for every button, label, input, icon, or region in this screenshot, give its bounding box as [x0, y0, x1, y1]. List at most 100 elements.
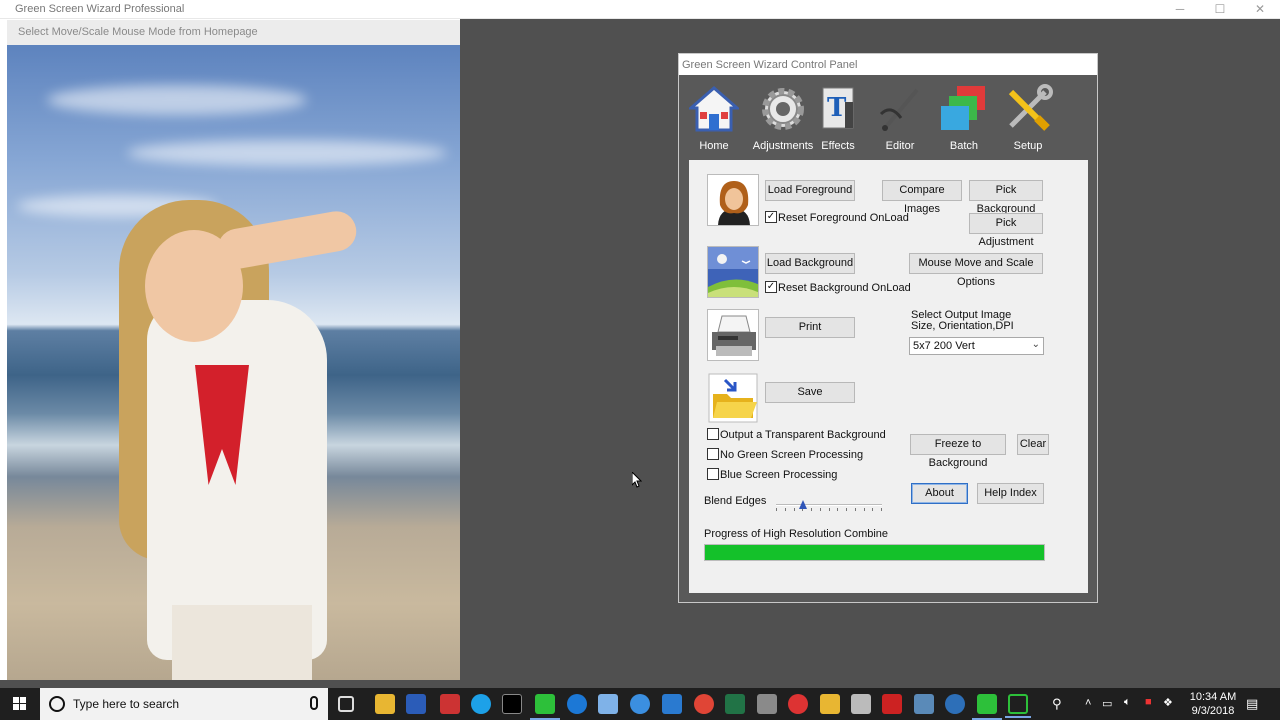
editor-icon: [875, 84, 925, 134]
reset-background-checkbox[interactable]: [765, 281, 777, 293]
background-thumbnail: [707, 246, 759, 298]
taskbar: Type here to search ⚲ ˄ ▭ 🔈︎ ■ ❖ 10:34 A…: [0, 688, 1280, 720]
taskbar-clock[interactable]: 10:34 AM 9/3/2018: [1188, 690, 1238, 718]
tools-icon[interactable]: [851, 694, 871, 714]
minimize-button[interactable]: ─: [1160, 0, 1200, 19]
about-button[interactable]: About: [911, 483, 968, 504]
app-icon[interactable]: [788, 694, 808, 714]
pen-app-icon[interactable]: [598, 694, 618, 714]
slider-tick: [811, 508, 812, 511]
control-panel: Green Screen Wizard Control Panel Home A…: [678, 53, 1098, 603]
app-icon[interactable]: [972, 694, 1002, 720]
cloud-shape: [47, 85, 307, 115]
pick-adjustment-button[interactable]: Pick Adjustment: [969, 213, 1043, 248]
excel-icon[interactable]: [725, 694, 745, 714]
maximize-button[interactable]: ☐: [1200, 0, 1240, 19]
reset-foreground-checkbox[interactable]: [765, 211, 777, 223]
slider-tick: [829, 508, 830, 511]
toolbar-adjustments[interactable]: Adjustments: [752, 84, 814, 160]
folder-icon[interactable]: [820, 694, 840, 714]
camera-icon[interactable]: [945, 694, 965, 714]
clock-date: 9/3/2018: [1191, 705, 1235, 717]
landscape-icon: [708, 247, 758, 297]
slider-tick: [785, 508, 786, 511]
reset-background-label: Reset Background OnLoad: [778, 282, 911, 294]
app-title: Green Screen Wizard Professional: [15, 3, 185, 15]
volume-icon[interactable]: 🔈︎: [1124, 696, 1131, 720]
effects-icon: T: [813, 84, 863, 134]
word-icon[interactable]: [406, 694, 426, 714]
people-icon[interactable]: ⚲: [1052, 696, 1062, 720]
skype-icon[interactable]: [471, 694, 491, 714]
tools-icon: [1003, 84, 1053, 134]
app-icon[interactable]: [662, 694, 682, 714]
filezilla-icon[interactable]: [882, 694, 902, 714]
no-green-screen-label: No Green Screen Processing: [720, 449, 864, 461]
mode-hint: Select Move/Scale Mouse Mode from Homepa…: [7, 20, 460, 45]
foreground-thumbnail: [707, 174, 759, 226]
load-foreground-button[interactable]: Load Foreground: [765, 180, 855, 201]
file-explorer-icon[interactable]: [375, 694, 395, 714]
save-thumbnail: [707, 372, 759, 424]
app-icon[interactable]: [757, 694, 777, 714]
control-panel-title: Green Screen Wizard Control Panel: [679, 54, 1097, 75]
load-background-button[interactable]: Load Background: [765, 253, 855, 274]
transparent-bg-checkbox[interactable]: [707, 428, 719, 440]
terminal-icon[interactable]: [502, 694, 522, 714]
composite-image[interactable]: [7, 45, 460, 680]
blue-screen-label: Blue Screen Processing: [720, 469, 838, 481]
print-button[interactable]: Print: [765, 317, 855, 338]
green-screen-wizard-taskbar-icon[interactable]: [530, 694, 560, 720]
dropbox-icon[interactable]: ❖: [1163, 696, 1173, 720]
blend-edges-slider[interactable]: [776, 496, 882, 516]
slider-tick: [855, 508, 856, 511]
pick-background-button[interactable]: Pick Background: [969, 180, 1043, 215]
gear-icon: [758, 84, 808, 134]
security-icon[interactable]: ■: [1145, 696, 1152, 720]
toolbar-editor[interactable]: Editor: [869, 84, 931, 160]
freeze-to-background-button[interactable]: Freeze to Background: [910, 434, 1006, 469]
compare-images-button[interactable]: Compare Images: [882, 180, 962, 215]
clear-button[interactable]: Clear: [1017, 434, 1049, 455]
output-size-select[interactable]: 5x7 200 Vert ⌄: [909, 337, 1044, 355]
help-index-button[interactable]: Help Index: [977, 483, 1044, 504]
no-green-screen-checkbox[interactable]: [707, 448, 719, 460]
blue-screen-checkbox[interactable]: [707, 468, 719, 480]
app-icon[interactable]: [1005, 694, 1031, 718]
slider-thumb[interactable]: [799, 500, 807, 509]
microphone-icon[interactable]: [310, 696, 318, 710]
mouse-cursor-icon: [632, 472, 642, 488]
reset-foreground-label: Reset Foreground OnLoad: [778, 212, 909, 224]
edge-browser-icon[interactable]: [567, 694, 587, 714]
cortana-icon: [49, 696, 65, 712]
chrome-icon[interactable]: [694, 694, 714, 714]
toolbar-label: Effects: [821, 140, 855, 152]
toolbar-batch[interactable]: Batch: [933, 84, 995, 160]
folder-icon: [708, 373, 758, 423]
slider-tick: [820, 508, 821, 511]
batch-icon: [939, 84, 989, 134]
subject-legs: [172, 605, 312, 680]
slider-tick: [872, 508, 873, 511]
toolbar-home[interactable]: Home: [683, 84, 745, 160]
notifications-icon[interactable]: ▤: [1246, 696, 1258, 720]
network-icon[interactable]: ▭: [1102, 697, 1112, 720]
toolbar-effects[interactable]: T Effects: [807, 84, 869, 160]
app-icon[interactable]: [914, 694, 934, 714]
home-icon: [686, 84, 742, 134]
task-view-icon[interactable]: [338, 696, 354, 712]
taskbar-search[interactable]: Type here to search: [40, 688, 328, 720]
subject-face: [145, 230, 243, 342]
save-button[interactable]: Save: [765, 382, 855, 403]
cloud-shape: [127, 140, 447, 166]
start-button[interactable]: [0, 688, 40, 720]
close-button[interactable]: ✕: [1240, 0, 1280, 19]
app-icon[interactable]: [440, 694, 460, 714]
slider-track: [776, 504, 882, 506]
toolbar-setup[interactable]: Setup: [997, 84, 1059, 160]
chevron-up-icon[interactable]: ˄: [1085, 697, 1091, 720]
app-icon[interactable]: [630, 694, 650, 714]
toolbar-label: Adjustments: [752, 140, 814, 152]
output-size-value: 5x7 200 Vert: [913, 340, 975, 352]
mouse-move-scale-button[interactable]: Mouse Move and Scale Options: [909, 253, 1043, 288]
